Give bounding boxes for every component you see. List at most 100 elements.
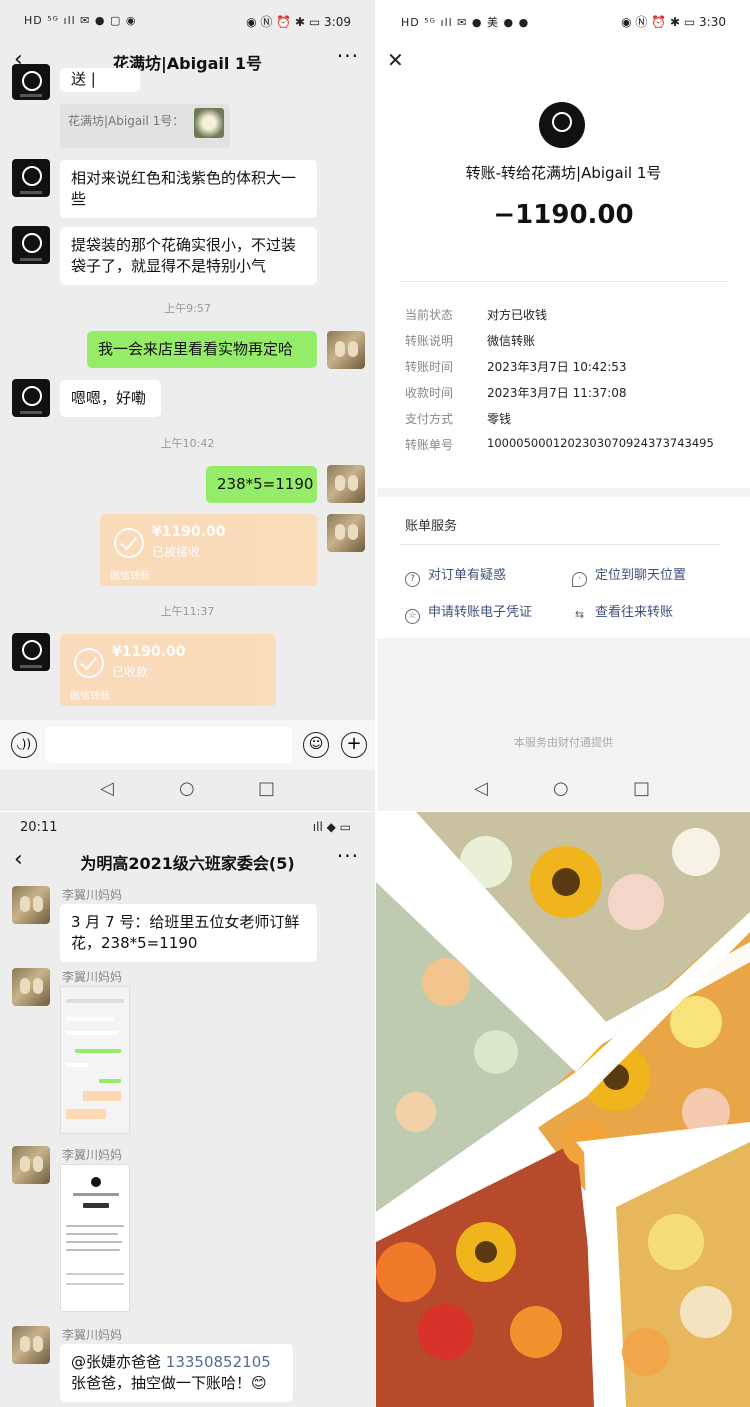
- detail-value: 2023年3月7日 11:37:08: [487, 386, 627, 400]
- mention[interactable]: @张婕亦爸爸: [71, 1353, 161, 1371]
- check-circle-icon: [114, 528, 144, 558]
- avatar[interactable]: [12, 1146, 50, 1184]
- service-provider-note: 本服务由财付通提供: [514, 736, 613, 749]
- detail-value: 零钱: [487, 412, 512, 426]
- status-bar: HD ⁵ᴳ ıll ✉ ● 美 ● ● ◉ Ⓝ ⏰ ✱ ▭ 3:30: [377, 0, 750, 42]
- transfer-title: 转账-转给花满坊|Abigail 1号: [465, 164, 662, 182]
- avatar[interactable]: [327, 331, 365, 369]
- detail-value: 2023年3月7日 10:42:53: [487, 360, 627, 374]
- collage-image: [376, 812, 750, 1407]
- transfer-footer: 微信转账: [70, 691, 110, 702]
- flower-thumbnail: [194, 108, 224, 138]
- detail-value: 对方已收钱: [487, 308, 548, 322]
- chat-input-bar: ◟)) ☺ +: [0, 720, 375, 770]
- transfer-amount: ¥1190.00: [152, 524, 226, 540]
- detail-label: 转账单号: [405, 438, 454, 452]
- service-view-transfers[interactable]: ⇆ 查看往来转账: [572, 601, 673, 623]
- timestamp: 上午9:57: [164, 302, 211, 315]
- badge-icon: ☆: [405, 609, 420, 624]
- emoji-icon[interactable]: ☺: [303, 732, 329, 758]
- message-bubble: 嗯嗯，好嘞: [60, 380, 161, 417]
- system-nav-bar: ◁ ○ □: [377, 770, 750, 811]
- transfer-message-received[interactable]: ¥1190.00 已收款 微信转账: [60, 634, 276, 706]
- status-left-icons: HD ⁵ᴳ ıll ✉ ● 美 ● ●: [401, 16, 530, 29]
- divider: [399, 544, 720, 545]
- status-icons: ıll ◆ ▭: [312, 820, 351, 834]
- status-left-icons: HD ⁵ᴳ ıll ✉ ● ▢ ◉: [24, 14, 137, 27]
- avatar[interactable]: [327, 465, 365, 503]
- chat-header: ‹ 为明高2021级六班家委会(5) ···: [0, 842, 375, 880]
- status-time: 3:09: [324, 15, 351, 29]
- phone-link[interactable]: 13350852105: [166, 1353, 271, 1371]
- message-bubble: 相对来说红色和浅紫色的体积大一些: [60, 160, 317, 218]
- avatar[interactable]: [12, 968, 50, 1006]
- status-time: 3:30: [699, 15, 726, 29]
- status-icons: ◉ Ⓝ ⏰ ✱ ▭: [246, 15, 321, 29]
- transfer-amount: −1190.00: [493, 200, 634, 230]
- nav-recents-icon[interactable]: □: [633, 778, 650, 799]
- transfer-detail-screen: HD ⁵ᴳ ıll ✉ ● 美 ● ● ◉ Ⓝ ⏰ ✱ ▭ 3:30 ✕ 转账-…: [377, 0, 750, 811]
- message-fragment: 送 | 118: [60, 68, 140, 92]
- transfer-card: 转账-转给花满坊|Abigail 1号 −1190.00 当前状态 对方已收钱 …: [377, 82, 750, 488]
- more-icon[interactable]: ···: [337, 44, 359, 68]
- screenshot-collage: HD ⁵ᴳ ıll ✉ ● ▢ ◉ ◉ Ⓝ ⏰ ✱ ▭ 3:09 ‹ 花满坊|A…: [0, 0, 750, 1407]
- message-bubble-sent: 238*5=1190: [206, 466, 317, 503]
- nav-back-icon[interactable]: ◁: [100, 778, 114, 799]
- message-input[interactable]: [46, 727, 292, 763]
- avatar[interactable]: [12, 64, 50, 100]
- question-icon: ?: [405, 572, 420, 587]
- plus-icon[interactable]: +: [341, 732, 367, 758]
- chat-bubble-icon: ·: [572, 572, 587, 587]
- nav-home-icon[interactable]: ○: [553, 778, 569, 799]
- transfer-message-sent[interactable]: ¥1190.00 已被接收 微信转账: [100, 514, 317, 586]
- avatar[interactable]: [12, 379, 50, 417]
- more-icon[interactable]: ···: [337, 844, 359, 868]
- avatar[interactable]: [327, 514, 365, 552]
- timestamp: 上午10:42: [160, 437, 215, 450]
- image-message-transfer-screenshot[interactable]: [60, 1164, 130, 1312]
- service-locate-chat[interactable]: · 定位到聊天位置: [572, 564, 686, 587]
- detail-value: 微信转账: [487, 334, 536, 348]
- nav-back-icon[interactable]: ◁: [474, 778, 488, 799]
- chat-screen-florist: HD ⁵ᴳ ıll ✉ ● ▢ ◉ ◉ Ⓝ ⏰ ✱ ▭ 3:09 ‹ 花满坊|A…: [0, 0, 375, 811]
- message-text: 张爸爸，抽空做一下账哈！😊: [71, 1374, 267, 1392]
- avatar[interactable]: [12, 159, 50, 197]
- exchange-icon: ⇆: [574, 608, 585, 621]
- avatar[interactable]: [12, 226, 50, 264]
- quoted-message[interactable]: 花满坊|Abigail 1号：: [60, 104, 230, 148]
- status-time: 20:11: [20, 820, 58, 835]
- group-title: 为明高2021级六班家委会(5): [80, 854, 295, 873]
- nav-home-icon[interactable]: ○: [179, 778, 195, 799]
- image-message-chat-screenshot[interactable]: [60, 986, 130, 1134]
- service-e-voucher[interactable]: ☆ 申请转账电子凭证: [405, 601, 532, 624]
- system-nav-bar: ◁ ○ □: [0, 770, 375, 811]
- transfer-status: 已收款: [112, 665, 149, 679]
- service-header: 账单服务: [405, 519, 458, 534]
- detail-label: 收款时间: [405, 386, 454, 400]
- message-bubble: @张婕亦爸爸 13350852105 张爸爸，抽空做一下账哈！😊: [60, 1344, 293, 1402]
- timestamp: 上午11:37: [160, 605, 215, 618]
- nav-recents-icon[interactable]: □: [258, 778, 275, 799]
- chat-header: ‹ 花满坊|Abigail 1号 ···: [0, 42, 375, 80]
- avatar[interactable]: [12, 633, 50, 671]
- avatar[interactable]: [12, 886, 50, 924]
- detail-label: 支付方式: [405, 412, 454, 426]
- bill-services: 账单服务 ? 对订单有疑惑 · 定位到聊天位置 ☆ 申请转账电子凭证 ⇆ 查看往来转账: [377, 497, 750, 638]
- service-order-question[interactable]: ? 对订单有疑惑: [405, 564, 506, 587]
- flower-bouquet-collage-photo: [376, 812, 750, 1407]
- close-icon[interactable]: ✕: [387, 48, 404, 72]
- detail-value: 1000050001202303070924373743495: [487, 436, 714, 450]
- group-chat-screen: 20:11 ıll ◆ ▭ ‹ 为明高2021级六班家委会(5) ··· 李翼川…: [0, 812, 375, 1407]
- detail-label: 转账时间: [405, 360, 454, 374]
- voice-icon[interactable]: ◟)): [11, 732, 37, 758]
- message-bubble: 提袋装的那个花确实很小，不过装袋子了，就显得不是特别小气: [60, 227, 317, 285]
- detail-label: 转账说明: [405, 334, 454, 348]
- sender-name: 李翼川妈妈: [62, 888, 123, 902]
- chat-title: 花满坊|Abigail 1号: [112, 54, 263, 73]
- avatar[interactable]: [12, 1326, 50, 1364]
- shop-logo: [539, 102, 585, 148]
- transfer-footer: 微信转账: [110, 571, 150, 582]
- message-bubble-sent: 我一会来店里看看实物再定哈: [87, 331, 317, 368]
- sender-name: 李翼川妈妈: [62, 1148, 123, 1162]
- sender-name: 李翼川妈妈: [62, 970, 123, 984]
